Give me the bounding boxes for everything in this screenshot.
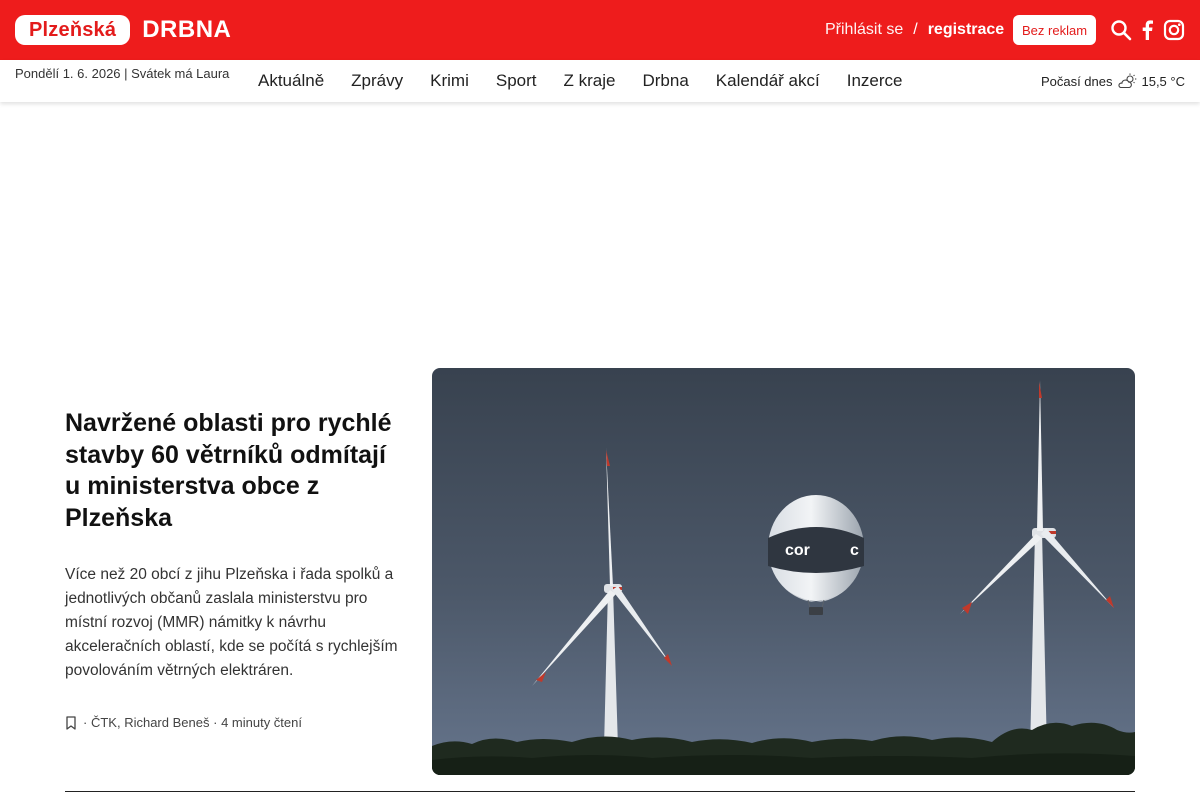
article-image[interactable]: cor c (432, 368, 1135, 775)
nav-item-z-kraje[interactable]: Z kraje (564, 71, 616, 91)
weather-temperature: 15,5 °C (1141, 73, 1185, 89)
instagram-icon[interactable] (1162, 18, 1186, 42)
facebook-icon[interactable] (1135, 18, 1159, 42)
nav-item-sport[interactable]: Sport (496, 71, 537, 91)
bookmark-icon[interactable] (65, 715, 77, 730)
auth-links: Přihlásit se / registrace (825, 19, 1004, 41)
nav-item-inzerce[interactable]: Inzerce (847, 71, 903, 91)
date-nameday: Pondělí 1. 6. 2026 | Svátek má Laura (15, 66, 230, 81)
article-read-time: 4 minuty čtení (221, 715, 302, 730)
weather-widget[interactable]: Počasí dnes 15,5 °C (1041, 60, 1185, 102)
nav-item-aktualne[interactable]: Aktuálně (258, 71, 324, 91)
site-logo[interactable]: Plzeňská DRBNA (15, 15, 231, 45)
article-perex: Více než 20 obcí z jihu Plzeňska i řada … (65, 566, 398, 679)
top-bar: Plzeňská DRBNA Přihlásit se / registrace… (0, 0, 1200, 60)
logo-word-text: DRBNA (142, 16, 232, 43)
meta-separator: · (213, 715, 218, 730)
article-meta: · ČTK, Richard Beneš · 4 minuty čtení (65, 715, 302, 730)
svg-text:c: c (850, 542, 859, 559)
lead-article: Navržené oblasti pro rychlé stavby 60 vě… (65, 368, 1135, 775)
search-icon[interactable] (1109, 18, 1133, 42)
wind-turbines-balloon-image: cor c (432, 368, 1135, 775)
register-link[interactable]: registrace (928, 21, 1005, 39)
auth-separator: / (913, 21, 918, 38)
article-authors: ČTK, Richard Beneš (90, 715, 210, 730)
article-title[interactable]: Navržené oblasti pro rychlé stavby 60 vě… (65, 408, 405, 534)
meta-separator: · (83, 715, 88, 730)
partly-cloudy-icon (1117, 73, 1137, 89)
login-link[interactable]: Přihlásit se (825, 21, 903, 39)
no-ads-button[interactable]: Bez reklam (1013, 15, 1097, 45)
navigation-bar: Pondělí 1. 6. 2026 | Svátek má Laura Akt… (0, 60, 1200, 102)
nav-item-zpravy[interactable]: Zprávy (351, 71, 403, 91)
main-nav: Aktuálně Zprávy Krimi Sport Z kraje Drbn… (258, 60, 929, 102)
logo-pill-text: Plzeňská (15, 15, 131, 45)
weather-label: Počasí dnes (1040, 73, 1113, 89)
nav-item-drbna[interactable]: Drbna (642, 71, 688, 91)
nav-item-kalendar-akci[interactable]: Kalendář akcí (716, 71, 820, 91)
content-divider (65, 791, 1135, 792)
svg-text:cor: cor (785, 542, 810, 559)
nav-item-krimi[interactable]: Krimi (430, 71, 469, 91)
